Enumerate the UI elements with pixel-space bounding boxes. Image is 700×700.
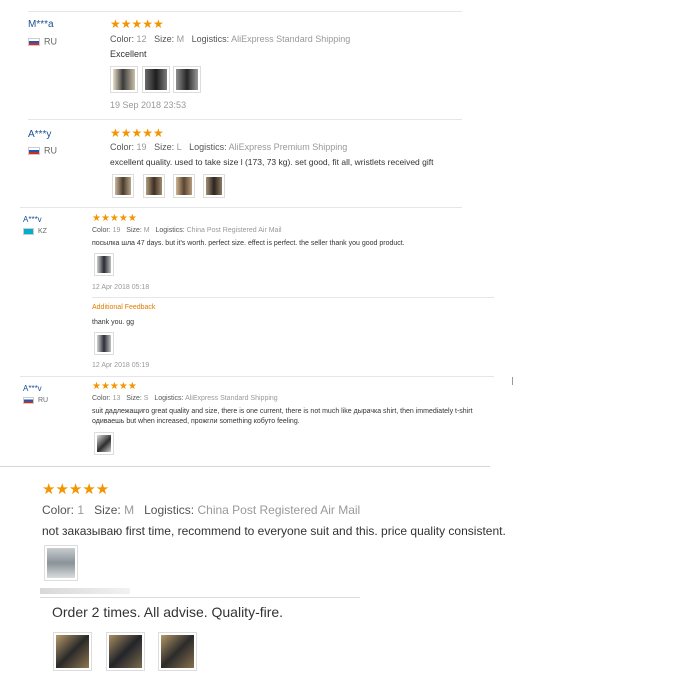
color-value: 19: [112, 227, 121, 234]
review-photo[interactable]: [143, 174, 165, 198]
flag-ru-icon: [23, 397, 34, 404]
logistics-label: Logistics:: [155, 227, 185, 234]
logistics-label: Logistics:: [144, 503, 195, 517]
star-rating: ★★★★★: [92, 381, 137, 392]
review-text: excellent quality. used to take size l (…: [110, 157, 434, 167]
scrollbar[interactable]: [512, 377, 513, 385]
size-label: Size:: [126, 395, 142, 402]
color-value: 12: [136, 34, 147, 44]
logistics-value: AliExpress Standard Shipping: [231, 34, 351, 44]
flag-ru-icon: [28, 37, 40, 46]
reviewer-name[interactable]: M***a: [28, 19, 54, 30]
divider: [20, 207, 462, 208]
country-code: RU: [38, 397, 49, 404]
star-rating: ★★★★★: [110, 17, 164, 31]
logistics-value: China Post Registered Air Mail: [186, 227, 282, 234]
review-meta: Color: 13 Size: S Logistics: AliExpress …: [92, 395, 278, 402]
review-date: 19 Sep 2018 23:53: [110, 100, 187, 110]
review-photo[interactable]: [106, 632, 145, 671]
reviewer-name[interactable]: A***v: [23, 215, 42, 224]
logistics-value: AliExpress Standard Shipping: [185, 395, 278, 402]
size-label: Size:: [154, 34, 175, 44]
flag-kz-icon: [23, 228, 34, 235]
reviewer-country: RU: [23, 397, 48, 404]
color-value: 19: [136, 142, 147, 152]
review-meta: Color: 19 Size: M Logistics: China Post …: [92, 227, 282, 234]
review-photo[interactable]: [142, 66, 170, 93]
logistics-label: Logistics:: [189, 142, 227, 152]
size-value: M: [143, 227, 150, 234]
reviewer-country: RU: [28, 36, 57, 47]
additional-feedback-label: Additional Feedback: [92, 304, 156, 311]
review-photo[interactable]: [44, 545, 78, 581]
size-label: Size:: [154, 142, 175, 152]
country-code: RU: [44, 145, 57, 156]
logistics-label: Logistics:: [154, 395, 184, 402]
divider: [20, 376, 494, 377]
color-value: 1: [77, 503, 85, 517]
color-label: Color:: [42, 503, 75, 517]
review-text: Excellent: [110, 49, 147, 59]
review-date: 12 Apr 2018 05:18: [92, 284, 150, 291]
logistics-value: China Post Registered Air Mail: [197, 503, 361, 517]
review-photo[interactable]: [53, 632, 92, 671]
review-photo[interactable]: [110, 66, 138, 93]
review-photo[interactable]: [158, 632, 197, 671]
size-value: L: [176, 142, 182, 152]
reviewer-name[interactable]: A***y: [28, 129, 51, 140]
color-label: Color:: [110, 34, 135, 44]
review-photo[interactable]: [173, 66, 201, 93]
country-code: KZ: [38, 228, 47, 235]
flag-ru-icon: [28, 146, 40, 155]
divider: [92, 297, 494, 298]
review-text-line: одиваешь but when increased, прожгли som…: [92, 418, 300, 425]
review-text: not заказываю first time, recommend to e…: [42, 524, 506, 538]
divider: [40, 597, 360, 598]
review-photo[interactable]: [94, 332, 114, 355]
size-label: Size:: [126, 227, 142, 234]
logistics-value: AliExpress Premium Shipping: [228, 142, 348, 152]
screenshot-edge: [0, 466, 490, 467]
review-text: Order 2 times. All advise. Quality-fire.: [52, 604, 284, 620]
color-label: Color:: [92, 227, 111, 234]
review-text: посылка шла 47 days. but it's worth. per…: [92, 240, 405, 247]
divider: [28, 119, 462, 120]
reviewer-country: KZ: [23, 228, 47, 235]
review-meta: Color: 19 Size: L Logistics: AliExpress …: [110, 142, 347, 152]
size-label: Size:: [94, 503, 121, 517]
review-meta: Color: 1 Size: M Logistics: China Post R…: [42, 503, 360, 517]
additional-feedback-text: thank you. gg: [92, 319, 135, 326]
review-date: 12 Apr 2018 05:19: [92, 362, 150, 369]
review-photo[interactable]: [94, 253, 114, 276]
divider: [28, 11, 462, 12]
review-photo[interactable]: [203, 174, 225, 198]
size-value: S: [143, 395, 149, 402]
color-value: 13: [112, 395, 121, 402]
star-rating: ★★★★★: [42, 481, 110, 498]
color-label: Color:: [110, 142, 135, 152]
cropped-date: [40, 588, 130, 594]
size-value: M: [176, 34, 185, 44]
color-label: Color:: [92, 395, 111, 402]
star-rating: ★★★★★: [92, 213, 137, 224]
review-photo[interactable]: [94, 432, 114, 455]
review-meta: Color: 12 Size: M Logistics: AliExpress …: [110, 34, 350, 44]
reviewer-country: RU: [28, 145, 57, 156]
review-photo[interactable]: [173, 174, 195, 198]
review-photo[interactable]: [112, 174, 134, 198]
logistics-label: Logistics:: [191, 34, 230, 44]
star-rating: ★★★★★: [110, 126, 164, 140]
reviewer-name[interactable]: A***v: [23, 384, 42, 393]
review-text-line: suit дадлежащиго great quality and size,…: [92, 408, 473, 415]
country-code: RU: [44, 36, 57, 47]
size-value: M: [124, 503, 135, 517]
